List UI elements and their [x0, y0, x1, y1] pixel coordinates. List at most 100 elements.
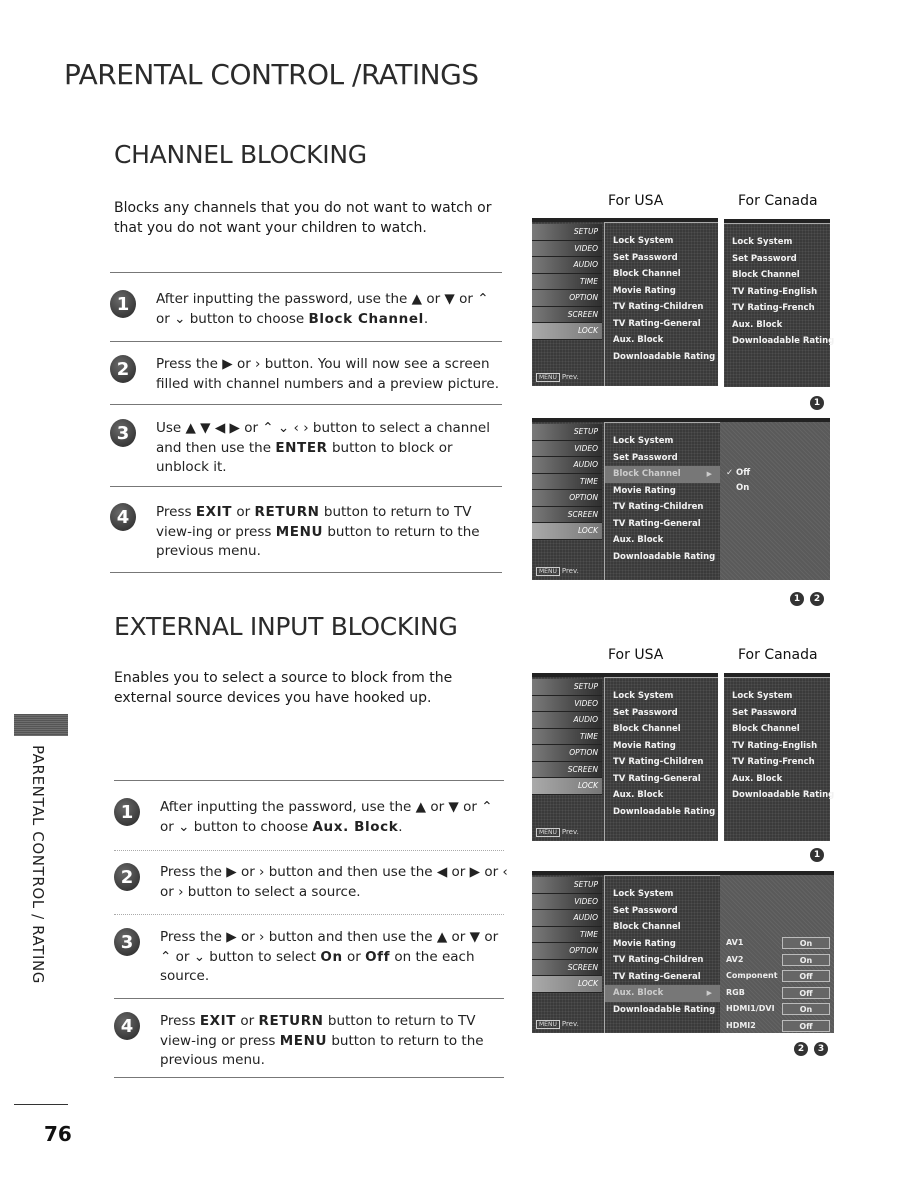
osd-menu-item[interactable]: Set Password — [724, 705, 830, 722]
osd-tab-lock[interactable]: LOCK — [532, 778, 602, 795]
arrow-right-icon: ▶ — [706, 989, 712, 997]
osd-tab-lock[interactable]: LOCK — [532, 323, 602, 340]
osd-option-off[interactable]: ✓ Off — [720, 466, 830, 481]
osd-menu-item[interactable]: Set Password — [724, 251, 830, 268]
osd-menu-item[interactable]: Lock System — [724, 234, 830, 251]
osd-menu-item[interactable]: Block Channel — [724, 267, 830, 284]
osd-menu-item[interactable]: Block Channel — [724, 721, 830, 738]
osd-menu-item[interactable]: Lock System — [605, 433, 720, 450]
osd-tab-video[interactable]: VIDEO — [532, 893, 602, 910]
osd-menu-item[interactable]: TV Rating-General — [605, 969, 720, 986]
external-input-blocking-title: EXTERNAL INPUT BLOCKING — [114, 612, 458, 641]
check-icon: ✓ — [726, 468, 734, 478]
osd-menu-item[interactable]: Lock System — [605, 688, 718, 705]
osd-menu-item[interactable]: Block Channel ▶ — [605, 466, 720, 483]
osd-menu-item[interactable]: Set Password — [605, 705, 718, 722]
osd-menu-item[interactable]: Movie Rating — [605, 283, 718, 300]
emphasis: Block Channel — [308, 310, 424, 327]
osd-menu-item-label: TV Rating-General — [613, 318, 701, 329]
osd-tab-time[interactable]: TIME — [532, 926, 602, 943]
osd-menu-item[interactable]: TV Rating-Children — [605, 754, 718, 771]
osd-tab-audio[interactable]: AUDIO — [532, 257, 602, 274]
osd-tab-setup[interactable]: SETUP — [532, 224, 602, 241]
osd-menu-item[interactable]: Block Channel — [605, 721, 718, 738]
osd-menu-item[interactable]: TV Rating-General — [605, 516, 720, 533]
osd-menu-item[interactable]: Downloadable Rating — [605, 349, 718, 366]
osd-menu-item[interactable]: Block Channel — [605, 919, 720, 936]
osd-tab-video[interactable]: VIDEO — [532, 695, 602, 712]
osd-tab-screen[interactable]: SCREEN — [532, 761, 602, 778]
osd-menu-item[interactable]: Lock System — [724, 688, 830, 705]
osd-menu-item[interactable]: Movie Rating — [605, 936, 720, 953]
osd-menu-item[interactable]: TV Rating-French — [724, 754, 830, 771]
osd-tab-lock[interactable]: LOCK — [532, 523, 602, 540]
emphasis: Aux. Block — [312, 818, 399, 835]
osd-menu-item[interactable]: Aux. Block ▶ — [605, 985, 720, 1002]
osd-tab-audio[interactable]: AUDIO — [532, 712, 602, 729]
osd-option-on[interactable]: On — [720, 481, 830, 496]
osd-menu-item[interactable]: TV Rating-English — [724, 738, 830, 755]
osd-menu-item-label: Downloadable Rating — [613, 351, 716, 362]
osd-tab-audio[interactable]: AUDIO — [532, 457, 602, 474]
osd-tab-option[interactable]: OPTION — [532, 490, 602, 507]
aux-source-toggle[interactable]: On — [782, 953, 830, 966]
osd-menu-item[interactable]: Set Password — [605, 250, 718, 267]
aux-source-toggle[interactable]: Off — [782, 970, 830, 982]
osd-menu-item[interactable]: TV Rating-Children — [605, 952, 720, 969]
osd-menu-item[interactable]: TV Rating-English — [724, 284, 830, 301]
osd-menu-item[interactable]: TV Rating-General — [605, 316, 718, 333]
osd-menu-item[interactable]: TV Rating-General — [605, 771, 718, 788]
osd-category-tabs: SETUP VIDEO AUDIO TIME OPTION SCREEN LOCK — [532, 877, 602, 993]
osd-menu-item[interactable]: Downloadable Rating — [605, 1002, 720, 1019]
osd-tab-time[interactable]: TIME — [532, 473, 602, 490]
osd-tab-screen[interactable]: SCREEN — [532, 506, 602, 523]
osd-tab-option[interactable]: OPTION — [532, 290, 602, 307]
osd-tab-setup[interactable]: SETUP — [532, 424, 602, 441]
osd-menu-item-label: Aux. Block — [613, 790, 664, 800]
osd-menu-item[interactable]: TV Rating-French — [724, 300, 830, 317]
osd-menu-item[interactable]: Aux. Block — [724, 771, 830, 788]
osd-tab-video[interactable]: VIDEO — [532, 240, 602, 257]
osd-tab-time[interactable]: TIME — [532, 728, 602, 745]
figure-step-badge: 1 — [810, 848, 824, 862]
osd-menu-item[interactable]: Aux. Block — [605, 332, 718, 349]
osd-menu-item[interactable]: Movie Rating — [605, 738, 718, 755]
osd-tab-setup[interactable]: SETUP — [532, 877, 602, 894]
osd-menu-item[interactable]: Aux. Block — [605, 532, 720, 549]
osd-menu-item[interactable]: Aux. Block — [605, 787, 718, 804]
osd-tab-option[interactable]: OPTION — [532, 745, 602, 762]
prev-label: Prev. — [561, 567, 579, 575]
osd-tab-video[interactable]: VIDEO — [532, 440, 602, 457]
osd-menu-item[interactable]: Lock System — [605, 886, 720, 903]
step-text: Press the ▶ or › button and then use the… — [160, 864, 508, 900]
osd-menu-item-label: Movie Rating — [613, 485, 676, 496]
aux-source-toggle[interactable]: Off — [782, 986, 830, 999]
aux-source-toggle[interactable]: On — [782, 1003, 830, 1015]
step-number-badge: 4 — [114, 1012, 140, 1040]
aux-source-toggle[interactable]: On — [782, 937, 830, 949]
osd-menu-item[interactable]: TV Rating-Children — [605, 499, 720, 516]
osd-menu-item[interactable]: Aux. Block — [724, 317, 830, 334]
osd-menu-item[interactable]: Lock System — [605, 233, 718, 250]
osd-menu-item[interactable]: Movie Rating — [605, 483, 720, 500]
menu-key-icon: MENU — [536, 1020, 560, 1029]
osd-menu-item[interactable]: Downloadable Rating — [605, 804, 718, 821]
osd-menu-item[interactable]: Set Password — [605, 903, 720, 920]
osd-menu-item[interactable]: TV Rating-Children — [605, 299, 718, 316]
osd-menu-item[interactable]: Set Password — [605, 450, 720, 467]
step-number-badge: 2 — [114, 863, 140, 891]
aux-source-toggle[interactable]: Off — [782, 1019, 830, 1032]
label-for-usa: For USA — [608, 647, 664, 663]
osd-tab-screen[interactable]: SCREEN — [532, 306, 602, 323]
osd-tab-lock[interactable]: LOCK — [532, 976, 602, 993]
osd-tab-time[interactable]: TIME — [532, 273, 602, 290]
osd-menu-item[interactable]: Downloadable Rating — [605, 549, 720, 566]
osd-tab-setup[interactable]: SETUP — [532, 679, 602, 696]
osd-tab-screen[interactable]: SCREEN — [532, 959, 602, 976]
osd-menu-item[interactable]: Downloadable Rating — [724, 787, 834, 804]
osd-tab-option[interactable]: OPTION — [532, 943, 602, 960]
osd-menu-item[interactable]: Block Channel — [605, 266, 718, 283]
aux-source-name: HDMI1/DVI — [726, 1004, 775, 1013]
osd-tab-audio[interactable]: AUDIO — [532, 910, 602, 927]
osd-menu-item[interactable]: Downloadable Rating — [724, 333, 834, 350]
